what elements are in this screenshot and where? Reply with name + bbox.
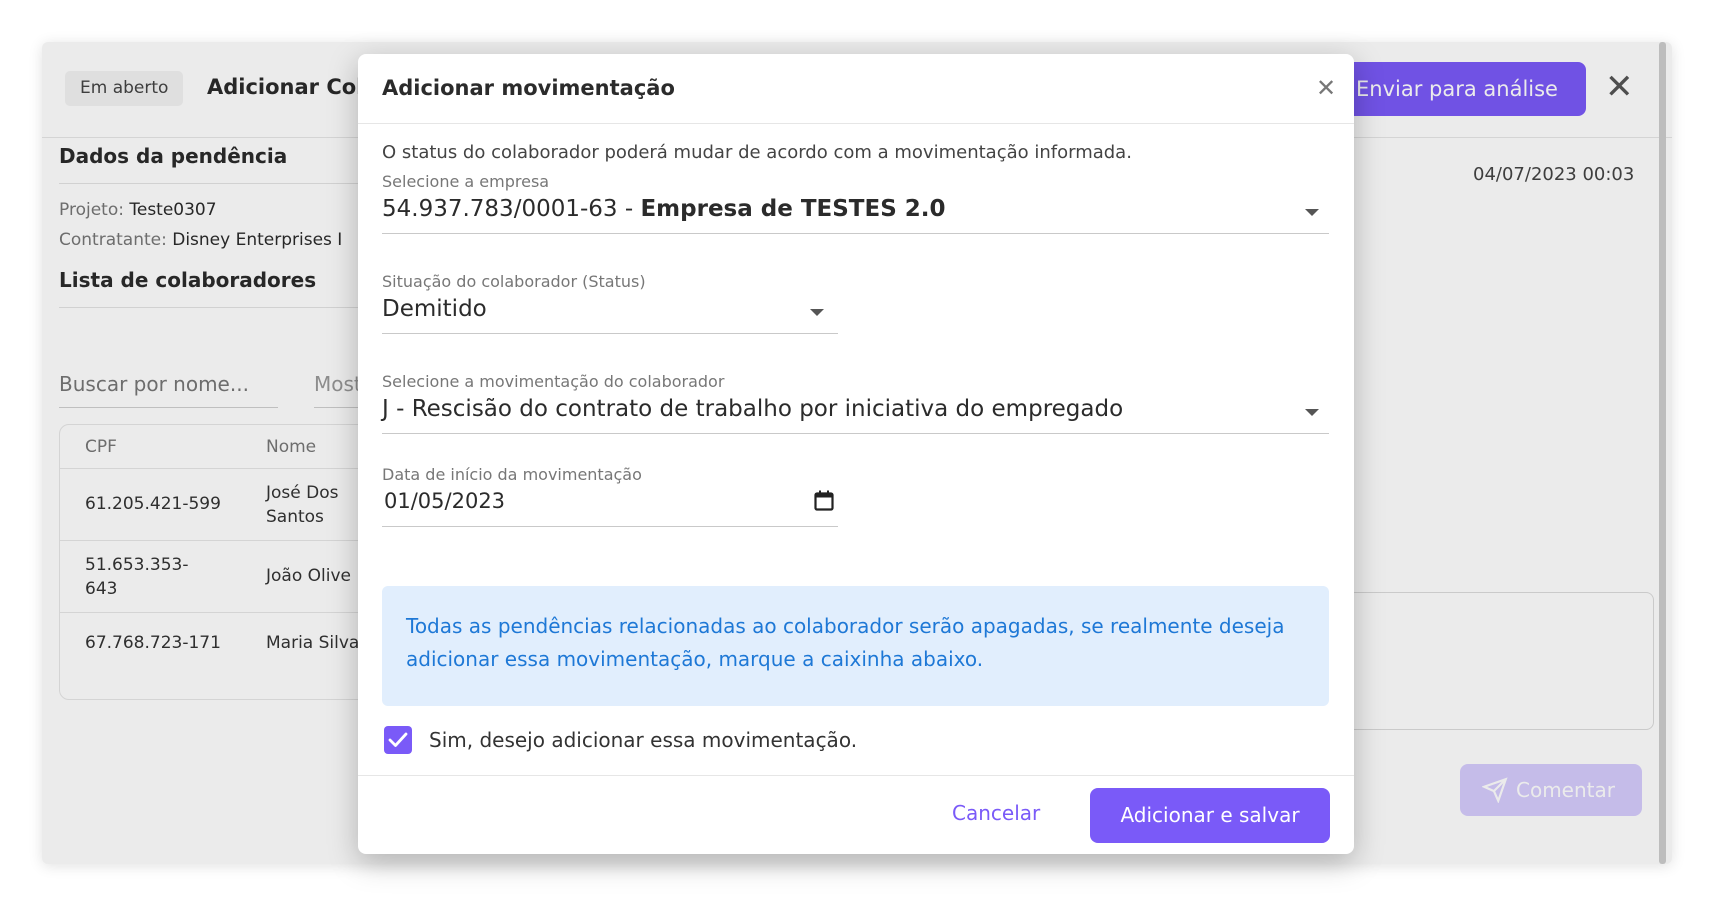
confirm-checkbox[interactable]	[384, 726, 412, 754]
field-underline	[382, 233, 1329, 234]
field-underline	[382, 526, 838, 527]
scrollbar[interactable]	[1659, 42, 1666, 864]
start-date-field[interactable]: Data de início da movimentação 01/05/202…	[382, 465, 838, 527]
date-label: Data de início da movimentação	[382, 465, 642, 484]
company-name: Empresa de TESTES 2.0	[640, 196, 946, 222]
status-label: Situação do colaborador (Status)	[382, 272, 646, 291]
chevron-down-icon	[810, 309, 824, 316]
company-select[interactable]: Selecione a empresa 54.937.783/0001-63 -…	[382, 172, 1329, 234]
field-underline	[382, 333, 838, 334]
page: Em aberto Adicionar Cola Enviar para aná…	[0, 0, 1715, 909]
field-underline	[382, 433, 1329, 434]
add-movement-dialog: Adicionar movimentação ✕ O status do col…	[358, 54, 1354, 854]
dialog-header: Adicionar movimentação ✕	[358, 54, 1354, 124]
cancel-button[interactable]: Cancelar	[952, 801, 1040, 825]
confirm-checkbox-label: Sim, desejo adicionar essa movimentação.	[429, 728, 858, 752]
status-select[interactable]: Situação do colaborador (Status) Demitid…	[382, 272, 838, 334]
check-icon	[388, 732, 408, 747]
movement-label: Selecione a movimentação do colaborador	[382, 372, 725, 391]
dialog-footer-divider	[358, 775, 1354, 776]
dialog-title: Adicionar movimentação	[382, 76, 675, 100]
calendar-icon[interactable]	[814, 490, 834, 512]
chevron-down-icon	[1305, 209, 1319, 216]
warning-alert: Todas as pendências relacionadas ao cola…	[382, 586, 1329, 706]
company-cnpj: 54.937.783/0001-63 -	[382, 196, 641, 222]
add-and-save-button[interactable]: Adicionar e salvar	[1090, 788, 1330, 843]
dialog-info-text: O status do colaborador poderá mudar de …	[382, 142, 1132, 163]
company-label: Selecione a empresa	[382, 172, 550, 191]
chevron-down-icon	[1305, 409, 1319, 416]
movement-value: J - Rescisão do contrato de trabalho por…	[382, 396, 1124, 422]
movement-select[interactable]: Selecione a movimentação do colaborador …	[382, 372, 1329, 434]
date-value: 01/05/2023	[384, 489, 506, 513]
close-icon[interactable]: ✕	[1316, 76, 1336, 100]
status-value: Demitido	[382, 296, 487, 322]
company-value: 54.937.783/0001-63 - Empresa de TESTES 2…	[382, 196, 946, 222]
